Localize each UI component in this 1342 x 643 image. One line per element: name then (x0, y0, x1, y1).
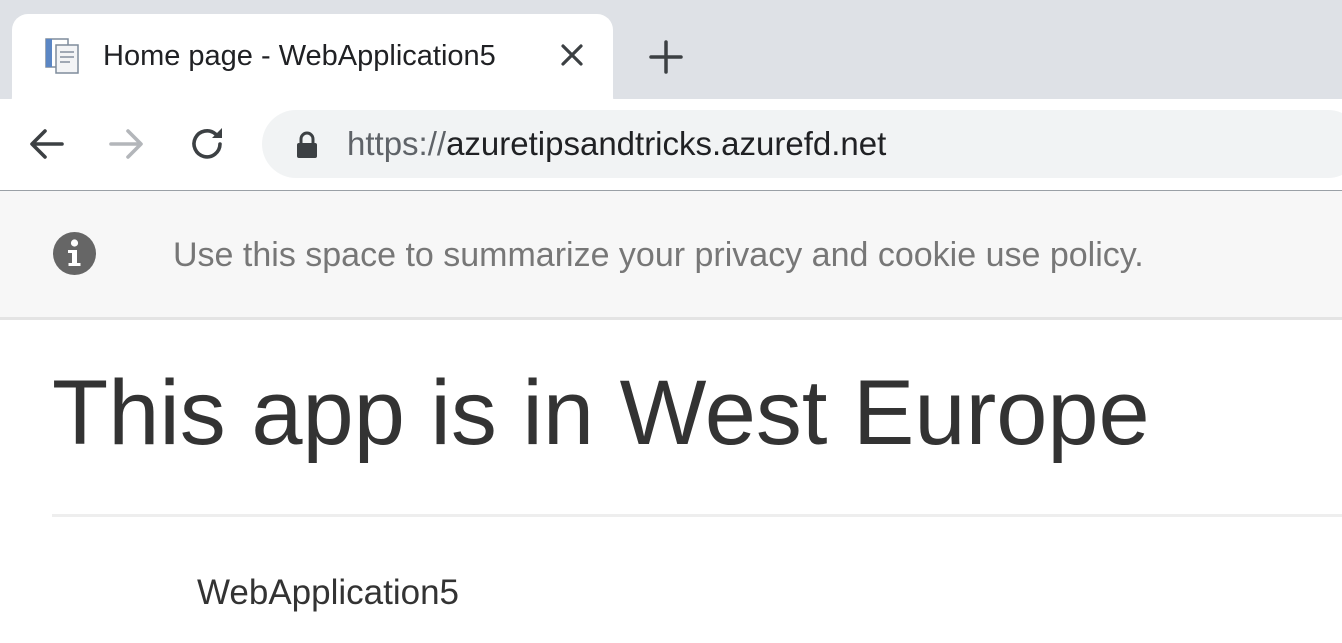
cookie-policy-message: Use this space to summarize your privacy… (173, 236, 1144, 274)
address-bar[interactable]: https://azuretipsandtricks.azurefd.net (262, 110, 1342, 178)
reload-icon[interactable] (186, 123, 228, 165)
plus-icon[interactable] (646, 37, 686, 77)
back-arrow-icon[interactable] (26, 123, 68, 165)
browser-toolbar: https://azuretipsandtricks.azurefd.net (0, 99, 1342, 191)
close-icon[interactable] (557, 40, 587, 70)
url-scheme: https:// (347, 125, 447, 162)
info-icon (53, 232, 96, 275)
document-favicon-icon (45, 38, 79, 74)
url-text[interactable]: https://azuretipsandtricks.azurefd.net (347, 123, 886, 165)
url-host: azuretipsandtricks.azurefd.net (446, 125, 887, 162)
app-name-text: WebApplication5 (197, 573, 460, 612)
lock-icon[interactable] (294, 130, 320, 160)
content-divider (52, 514, 1342, 517)
page-heading: This app is in West Europe (52, 362, 1150, 464)
forward-arrow-icon[interactable] (105, 123, 147, 165)
tab-title: Home page - WebApplication5 (103, 40, 496, 72)
cookie-consent-banner: Use this space to summarize your privacy… (0, 191, 1342, 320)
tab-active[interactable]: Home page - WebApplication5 (0, 14, 629, 113)
tab-strip: Home page - WebApplication5 (0, 0, 1342, 113)
